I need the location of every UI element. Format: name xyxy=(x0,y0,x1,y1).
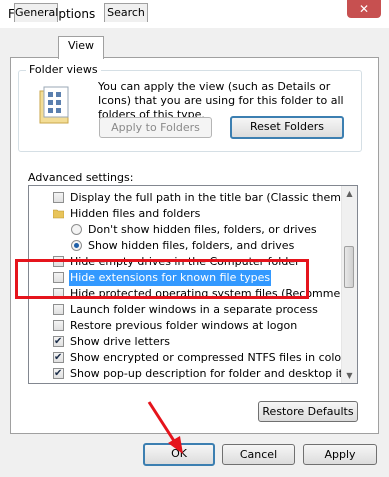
folder-views-label: Folder views xyxy=(26,63,101,76)
tab-general[interactable]: General xyxy=(14,3,58,22)
folder-options-dialog: Folder Options ✕ General View Search Fol… xyxy=(0,0,389,477)
list-item[interactable]: Display the full path in the title bar (… xyxy=(29,190,357,206)
folder-view-icon xyxy=(39,86,69,124)
scroll-thumb[interactable] xyxy=(344,246,354,288)
list-item-label: Display the full path in the title bar (… xyxy=(70,191,358,204)
list-item[interactable]: Restore previous folder windows at logon xyxy=(29,318,341,334)
checkbox[interactable] xyxy=(53,320,64,331)
radio-button[interactable] xyxy=(71,224,82,235)
list-item-label: Show hidden files, folders, and drives xyxy=(88,239,295,252)
checkbox[interactable] xyxy=(53,350,64,366)
list-scrollbar[interactable]: ▲ ▼ xyxy=(341,186,357,383)
list-item-label: Show encrypted or compressed NTFS files … xyxy=(70,351,346,364)
list-item[interactable]: Show drive letters xyxy=(29,334,341,350)
scroll-up-icon[interactable]: ▲ xyxy=(342,186,357,201)
annotation-highlight-box xyxy=(15,259,309,299)
list-item-label: Show drive letters xyxy=(70,335,170,348)
reset-folders-button[interactable]: Reset Folders xyxy=(230,116,344,139)
ok-button[interactable]: OK xyxy=(143,443,215,466)
list-item-label: Launch folder windows in a separate proc… xyxy=(70,303,318,316)
scroll-down-icon[interactable]: ▼ xyxy=(342,368,357,383)
list-item[interactable]: Show hidden files, folders, and drives xyxy=(29,238,341,254)
cancel-button[interactable]: Cancel xyxy=(222,444,295,465)
list-item-label: Hidden files and folders xyxy=(70,207,201,220)
list-item[interactable]: Show pop-up description for folder and d… xyxy=(29,366,357,382)
list-item-label: Show pop-up description for folder and d… xyxy=(70,367,358,380)
restore-defaults-button[interactable]: Restore Defaults xyxy=(258,401,358,422)
checkbox[interactable] xyxy=(53,366,64,382)
radio-button[interactable] xyxy=(71,240,82,251)
apply-to-folders-button[interactable]: Apply to Folders xyxy=(99,117,212,138)
tab-view[interactable]: View xyxy=(58,36,104,59)
list-item[interactable]: Show encrypted or compressed NTFS files … xyxy=(29,350,346,366)
list-item[interactable]: Hidden files and folders xyxy=(29,206,341,222)
list-item-label: Don't show hidden files, folders, or dri… xyxy=(88,223,317,236)
folder-icon xyxy=(53,209,64,219)
list-item[interactable]: Don't show hidden files, folders, or dri… xyxy=(29,222,341,238)
checkbox[interactable] xyxy=(53,334,64,350)
apply-button[interactable]: Apply xyxy=(303,444,377,465)
advanced-settings-label: Advanced settings: xyxy=(28,171,134,184)
checkbox[interactable] xyxy=(53,192,64,203)
tab-search[interactable]: Search xyxy=(104,3,148,22)
list-item[interactable]: Launch folder windows in a separate proc… xyxy=(29,302,341,318)
list-item-label: Restore previous folder windows at logon xyxy=(70,319,298,332)
checkbox[interactable] xyxy=(53,304,64,315)
close-button[interactable]: ✕ xyxy=(347,0,381,18)
